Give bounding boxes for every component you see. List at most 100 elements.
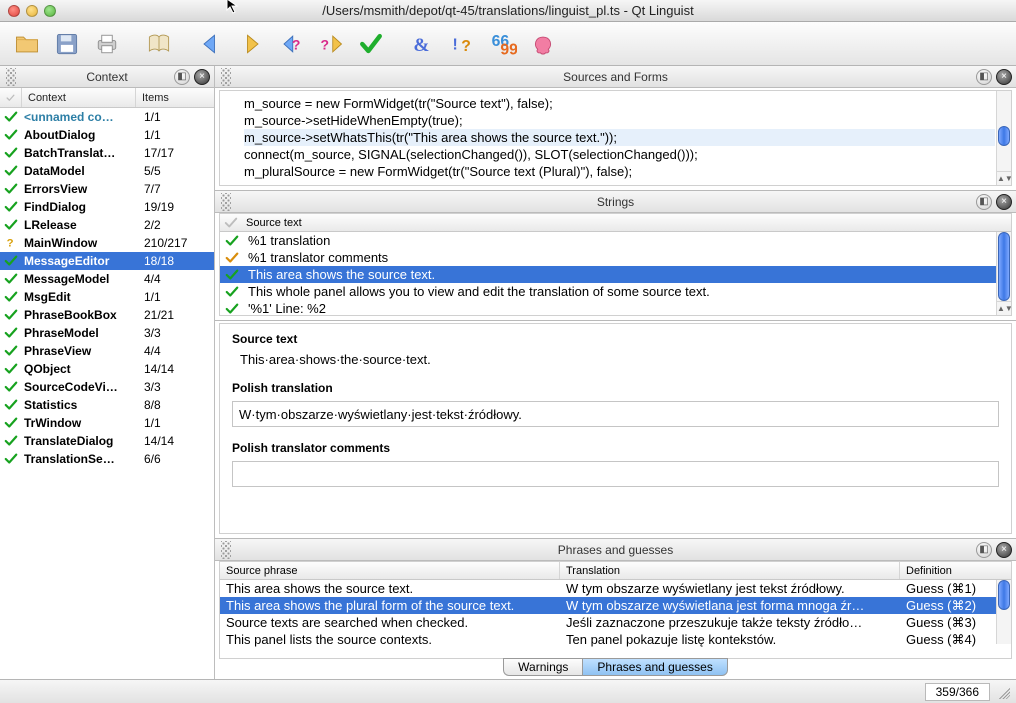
resize-grip[interactable] [996, 685, 1010, 699]
context-name: MsgEdit [22, 290, 138, 304]
save-button[interactable] [48, 27, 86, 61]
string-row[interactable]: This area shows the source text. [220, 266, 1011, 283]
print-button[interactable] [88, 27, 126, 61]
source-line: m_source = new FormWidget(tr("Source tex… [244, 95, 995, 112]
context-row[interactable]: BatchTranslat…17/17 [0, 144, 214, 162]
tab-warnings[interactable]: Warnings [503, 658, 582, 676]
phrases-panel-header: Phrases and guesses ◧ × [215, 539, 1016, 561]
context-name: TranslateDialog [22, 434, 138, 448]
prev-unfinished-button[interactable] [272, 27, 310, 61]
context-row[interactable]: DataModel5/5 [0, 162, 214, 180]
close-window-button[interactable] [8, 5, 20, 17]
context-row[interactable]: PhraseBookBox21/21 [0, 306, 214, 324]
string-text: '%1' Line: %2 [244, 301, 326, 316]
context-items: 3/3 [138, 326, 214, 340]
phrase-translation: W tym obszarze wyświetlany jest tekst źr… [560, 581, 900, 596]
phrase-row[interactable]: This area shows the source text.W tym ob… [220, 580, 1011, 597]
context-row[interactable]: MainWindow210/217 [0, 234, 214, 252]
strings-panel-float-button[interactable]: ◧ [976, 194, 992, 210]
punctuation-button[interactable] [444, 27, 482, 61]
context-name-header[interactable]: Context [22, 88, 136, 107]
scrollbar-vertical[interactable] [996, 232, 1011, 301]
sources-panel-title: Sources and Forms [215, 70, 1016, 84]
context-row[interactable]: TrWindow1/1 [0, 414, 214, 432]
context-status-header[interactable] [0, 88, 22, 107]
check-icon [0, 398, 22, 412]
context-name: QObject [22, 362, 138, 376]
comments-input[interactable] [232, 461, 999, 487]
context-row[interactable]: ErrorsView7/7 [0, 180, 214, 198]
context-row[interactable]: TranslationSe…6/6 [0, 450, 214, 468]
context-items: 1/1 [138, 290, 214, 304]
source-code-view[interactable]: m_source = new FormWidget(tr("Source tex… [219, 90, 1012, 186]
phrase-source: This area shows the plural form of the s… [220, 598, 560, 613]
phrases-table[interactable]: Source phrase Translation Definition Thi… [219, 561, 1012, 659]
strings-panel-close-button[interactable]: × [996, 194, 1012, 210]
context-items-header[interactable]: Items [136, 88, 214, 107]
context-panel-float-button[interactable]: ◧ [174, 69, 190, 85]
phrases-panel-float-button[interactable]: ◧ [976, 542, 992, 558]
context-row[interactable]: MessageEditor18/18 [0, 252, 214, 270]
string-row[interactable]: %1 translator comments [220, 249, 1011, 266]
context-list[interactable]: <unnamed co…1/1AboutDialog1/1BatchTransl… [0, 108, 214, 679]
prev-button[interactable] [192, 27, 230, 61]
context-row[interactable]: MsgEdit1/1 [0, 288, 214, 306]
context-items: 4/4 [138, 344, 214, 358]
context-row[interactable]: QObject14/14 [0, 360, 214, 378]
sources-panel-float-button[interactable]: ◧ [976, 69, 992, 85]
scrollbar-vertical[interactable] [996, 91, 1011, 171]
sources-panel-close-button[interactable]: × [996, 69, 1012, 85]
phrase-row[interactable]: Source texts are searched when checked.J… [220, 614, 1011, 631]
string-row[interactable]: %1 translation [220, 232, 1011, 249]
context-row[interactable]: PhraseView4/4 [0, 342, 214, 360]
open-button[interactable] [8, 27, 46, 61]
scrollbar-arrows[interactable]: ▲▼ [996, 301, 1011, 315]
context-row[interactable]: PhraseModel3/3 [0, 324, 214, 342]
phrases-panel-close-button[interactable]: × [996, 542, 1012, 558]
placemarker-button[interactable] [524, 27, 562, 61]
phrase-translation: Jeśli zaznaczone przeszukuje także tekst… [560, 615, 900, 630]
strings-status-header[interactable] [220, 216, 242, 230]
string-row[interactable]: This whole panel allows you to view and … [220, 283, 1011, 300]
phrase-source-header[interactable]: Source phrase [220, 562, 560, 579]
context-row[interactable]: SourceCodeVi…3/3 [0, 378, 214, 396]
context-row[interactable]: Statistics8/8 [0, 396, 214, 414]
phrase-row[interactable]: This area shows the plural form of the s… [220, 597, 1011, 614]
scrollbar-arrows[interactable]: ▲▼ [996, 171, 1011, 185]
context-panel-close-button[interactable]: × [194, 69, 210, 85]
tab-phrases[interactable]: Phrases and guesses [582, 658, 727, 676]
mouse-cursor-icon [226, 0, 242, 14]
check-icon [220, 234, 244, 248]
string-row[interactable]: '%1' Line: %2 [220, 300, 1011, 316]
phrase-definition-header[interactable]: Definition [900, 565, 1011, 577]
done-button[interactable] [352, 27, 390, 61]
scrollbar-vertical[interactable] [996, 580, 1011, 644]
accelerators-button[interactable] [404, 27, 442, 61]
check-icon [0, 290, 22, 304]
context-row[interactable]: TranslateDialog14/14 [0, 432, 214, 450]
context-name: FindDialog [22, 200, 138, 214]
strings-text-header[interactable]: Source text [242, 217, 302, 229]
context-name: TranslationSe… [22, 452, 138, 466]
check-icon [0, 110, 22, 124]
context-row[interactable]: LRelease2/2 [0, 216, 214, 234]
context-row[interactable]: <unnamed co…1/1 [0, 108, 214, 126]
translation-input[interactable] [232, 401, 999, 427]
check-icon [0, 218, 22, 232]
minimize-window-button[interactable] [26, 5, 38, 17]
titlebar: /Users/msmith/depot/qt-45/translations/l… [0, 0, 1016, 22]
context-row[interactable]: MessageModel4/4 [0, 270, 214, 288]
phrasebook-button[interactable] [140, 27, 178, 61]
phrase-row[interactable]: This panel lists the source contexts.Ten… [220, 631, 1011, 648]
next-unfinished-button[interactable] [312, 27, 350, 61]
strings-list[interactable]: Source text %1 translation%1 translator … [219, 213, 1012, 316]
context-row[interactable]: FindDialog19/19 [0, 198, 214, 216]
zoom-window-button[interactable] [44, 5, 56, 17]
phrase-source: Source texts are searched when checked. [220, 615, 560, 630]
context-row[interactable]: AboutDialog1/1 [0, 126, 214, 144]
context-name: <unnamed co… [22, 110, 138, 124]
strings-panel-header: Strings ◧ × [215, 191, 1016, 213]
phrases-button[interactable] [484, 27, 522, 61]
phrase-translation-header[interactable]: Translation [560, 562, 900, 579]
next-button[interactable] [232, 27, 270, 61]
